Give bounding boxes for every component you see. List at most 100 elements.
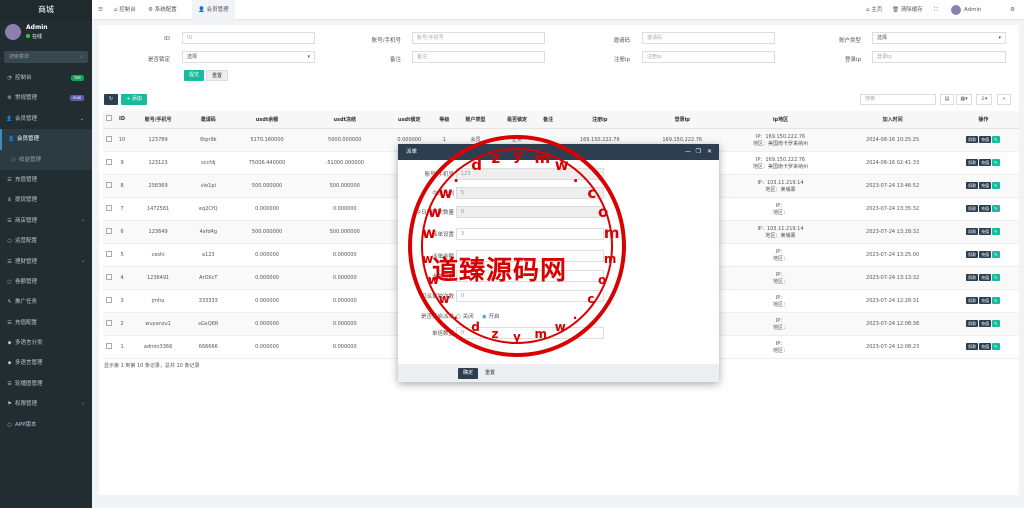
add-button[interactable]: + 添加: [121, 94, 147, 105]
row-checkbox[interactable]: [106, 319, 113, 326]
minimize-icon[interactable]: —: [685, 144, 691, 160]
filter-reset-button[interactable]: 重置: [206, 70, 229, 81]
columns-icon[interactable]: ▦▾: [956, 94, 972, 105]
recharge-button[interactable]: 充值: [979, 343, 992, 350]
sidebar-item-7[interactable]: ☰ 商店管理 ‹: [0, 211, 92, 231]
edit-icon[interactable]: ✎: [992, 320, 1000, 327]
deduct-button[interactable]: 扣款: [966, 205, 979, 212]
column-header[interactable]: usdt余额: [229, 111, 305, 129]
row-checkbox[interactable]: [106, 250, 113, 257]
sidebar-item-4[interactable]: ○ 收益管理: [0, 149, 92, 170]
recharge-button[interactable]: 充值: [979, 159, 992, 166]
column-header[interactable]: 是否锁定: [496, 111, 538, 129]
recharge-button[interactable]: 充值: [979, 297, 992, 304]
filter-acct-type-select[interactable]: 选择 ▾: [872, 32, 1006, 44]
recharge-button[interactable]: 充值: [979, 182, 992, 189]
deduct-button[interactable]: 扣款: [966, 182, 979, 189]
column-header[interactable]: 账户类型: [454, 111, 497, 129]
search-icon[interactable]: ⌕: [997, 94, 1011, 105]
edit-icon[interactable]: ✎: [992, 228, 1000, 235]
recharge-button[interactable]: 充值: [979, 251, 992, 258]
export-icon[interactable]: ⇩▾: [976, 94, 992, 105]
filter-regip-input[interactable]: 注册ip: [642, 51, 775, 63]
filter-submit-button[interactable]: 提交: [184, 70, 205, 81]
close-icon[interactable]: ✕: [707, 144, 712, 160]
table-search-input[interactable]: 搜索: [860, 94, 936, 105]
sidebar-item-16[interactable]: ⚑ 权限管理 ‹: [0, 394, 92, 414]
sidebar-item-0[interactable]: ◔ 控制台 hot: [0, 68, 92, 88]
recharge-button[interactable]: 充值: [979, 320, 992, 327]
modal-field-input[interactable]: 5: [456, 187, 604, 199]
recharge-button[interactable]: 充值: [979, 274, 992, 281]
edit-icon[interactable]: ✎: [992, 274, 1000, 281]
settings-gear-icon[interactable]: ⚙: [1010, 0, 1015, 20]
deduct-button[interactable]: 扣款: [966, 320, 979, 327]
tab-member-manage[interactable]: 👤 会员管理: [192, 0, 235, 20]
radio-off[interactable]: ○ 关闭: [456, 312, 474, 320]
row-checkbox[interactable]: [106, 204, 113, 211]
tab-dashboard[interactable]: ⌂ 控制台: [114, 0, 136, 20]
row-checkbox[interactable]: [106, 135, 113, 142]
fullscreen-icon[interactable]: ⛶: [934, 0, 938, 20]
edit-icon[interactable]: ✎: [992, 205, 1000, 212]
admin-menu[interactable]: Admin: [951, 0, 982, 20]
recharge-button[interactable]: 充值: [979, 205, 992, 212]
filter-account-input[interactable]: 账号/手机号: [412, 32, 545, 44]
column-header[interactable]: 等级: [434, 111, 455, 129]
sidebar-item-17[interactable]: ○ APP版本: [0, 415, 92, 435]
deduct-button[interactable]: 扣款: [966, 297, 979, 304]
deduct-button[interactable]: 扣款: [966, 343, 979, 350]
column-header[interactable]: ip地区: [723, 111, 838, 129]
modal-reset-button[interactable]: 重置: [480, 368, 500, 379]
modal-field-input[interactable]: 3: [456, 228, 604, 240]
deduct-button[interactable]: 扣款: [966, 228, 979, 235]
sidebar-search[interactable]: 搜索菜单 ⌕: [4, 51, 88, 63]
deduct-button[interactable]: 扣款: [966, 251, 979, 258]
filter-invite-input[interactable]: 邀请码: [642, 32, 775, 44]
radio-on[interactable]: ◉ 开启: [482, 312, 500, 320]
sidebar-item-9[interactable]: ☰ 理财管理 ‹: [0, 252, 92, 272]
column-header[interactable]: 登录ip: [641, 111, 724, 129]
row-checkbox[interactable]: [106, 181, 113, 188]
column-header[interactable]: 邀请码: [187, 111, 230, 129]
filter-loginip-input[interactable]: 登录ip: [872, 51, 1006, 63]
row-checkbox[interactable]: [106, 227, 113, 234]
column-header[interactable]: 加入时间: [837, 111, 948, 129]
toggle-view-icon[interactable]: ▤: [940, 94, 954, 105]
deduct-button[interactable]: 扣款: [966, 159, 979, 166]
brand-logo[interactable]: 商城: [0, 0, 92, 20]
recharge-button[interactable]: 充值: [979, 228, 992, 235]
column-header[interactable]: 备注: [537, 111, 559, 129]
filter-locked-select[interactable]: 选择 ▾: [182, 51, 315, 63]
maximize-icon[interactable]: ❐: [696, 144, 701, 160]
row-checkbox[interactable]: [106, 158, 113, 165]
deduct-button[interactable]: 扣款: [966, 274, 979, 281]
sidebar-item-12[interactable]: ☰ 充值配置: [0, 313, 92, 333]
sidebar-item-2[interactable]: 👤 会员管理 ⌄: [0, 109, 92, 129]
row-checkbox[interactable]: [106, 273, 113, 280]
edit-icon[interactable]: ✎: [992, 343, 1000, 350]
select-all-checkbox[interactable]: [106, 115, 113, 122]
sidebar-item-13[interactable]: ◆ 多语言分类: [0, 333, 92, 353]
column-header[interactable]: usdt锁定: [384, 111, 435, 129]
sidebar-item-1[interactable]: ⚙ 常规管理 new: [0, 88, 92, 108]
modal-field-input[interactable]: 0: [456, 206, 604, 218]
edit-icon[interactable]: ✎: [992, 297, 1000, 304]
sidebar-item-15[interactable]: ☰ 轮播图管理: [0, 374, 92, 394]
column-header[interactable]: usdt冻结: [304, 111, 385, 129]
filter-remark-input[interactable]: 备注: [412, 51, 545, 63]
deduct-button[interactable]: 扣款: [966, 136, 979, 143]
sidebar-item-11[interactable]: ✎ 推广任务: [0, 292, 92, 312]
sidebar-item-14[interactable]: ◆ 多语言管理: [0, 353, 92, 373]
filter-id-input[interactable]: ID: [182, 32, 315, 44]
column-header[interactable]: 账号/手机号: [128, 111, 188, 129]
sidebar-item-5[interactable]: ☰ 充值管理: [0, 170, 92, 190]
edit-icon[interactable]: ✎: [992, 136, 1000, 143]
clear-cache-link[interactable]: 🗑 清除缓存: [892, 0, 923, 20]
sidebar-item-3[interactable]: 👤 会员管理: [0, 129, 92, 150]
menu-toggle-icon[interactable]: ☰: [98, 0, 103, 20]
edit-icon[interactable]: ✎: [992, 251, 1000, 258]
sidebar-item-6[interactable]: $ 提现管理: [0, 190, 92, 210]
column-header[interactable]: ID: [115, 111, 129, 129]
sidebar-item-8[interactable]: ○ 运营配置: [0, 231, 92, 251]
